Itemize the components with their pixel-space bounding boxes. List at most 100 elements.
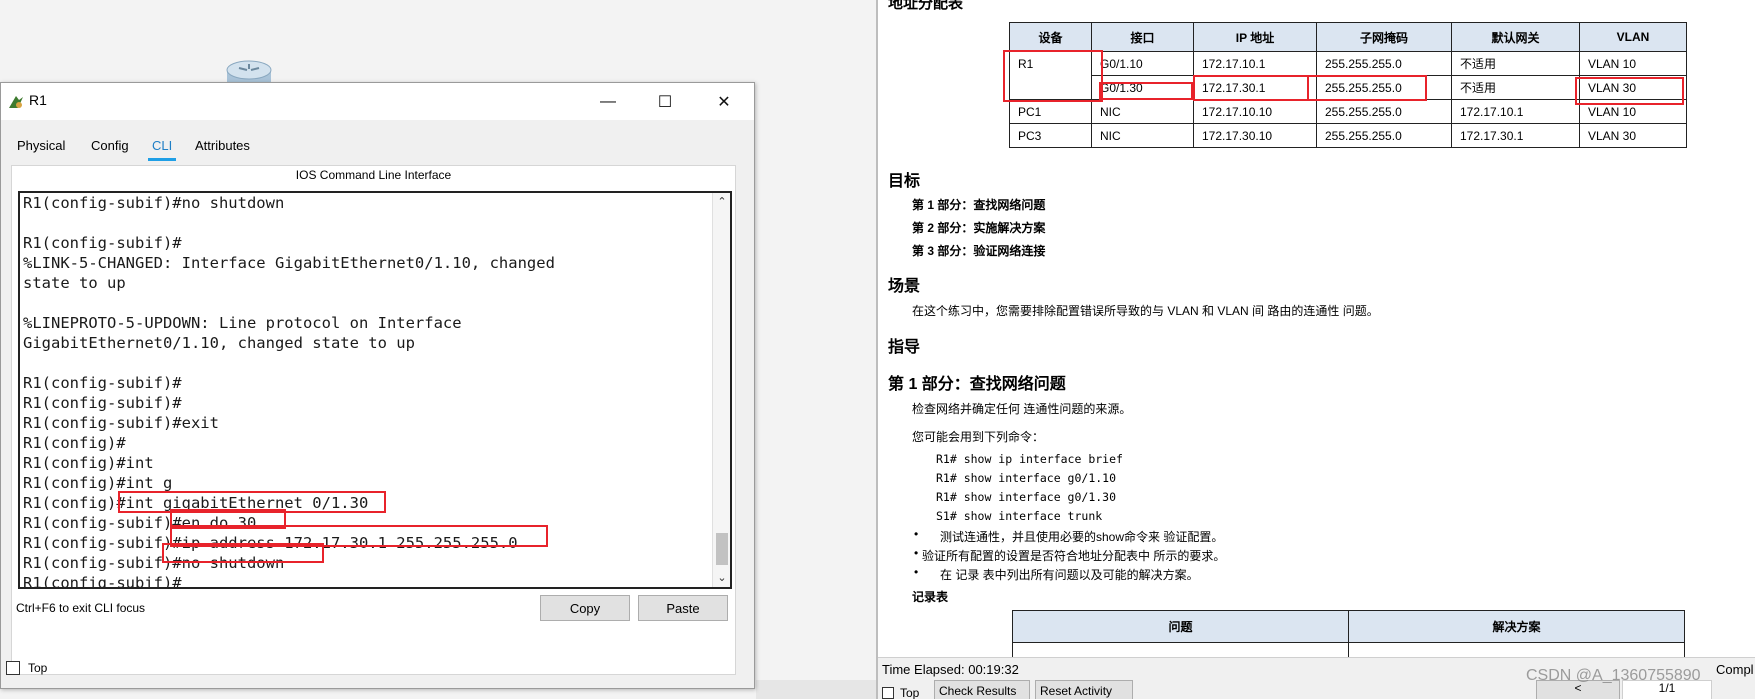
top-checkbox[interactable]: [6, 661, 20, 675]
top-checkbox-row[interactable]: Top: [6, 661, 47, 675]
cli-scrollbar[interactable]: ⌃ ⌄: [712, 193, 730, 587]
column-header: 默认网关: [1451, 22, 1580, 52]
bullet-dot: •: [914, 527, 919, 541]
top-label: Top: [28, 661, 48, 675]
cli-terminal[interactable]: R1(config-subif)#no shutdown R1(config-s…: [18, 191, 732, 589]
paste-button[interactable]: Paste: [638, 595, 728, 621]
table-cell: VLAN 30: [1579, 75, 1687, 100]
cli-line: R1(config-subif)#: [23, 574, 182, 589]
table-cell: 255.255.255.0: [1316, 75, 1452, 100]
minimize-button[interactable]: —: [585, 83, 631, 120]
cli-line: [23, 353, 713, 373]
check-results-button[interactable]: Check Results: [934, 680, 1030, 699]
cli-line: R1(config-subif)#en do 30: [23, 514, 257, 532]
record-table-header: 问题 解决方案: [1012, 610, 1685, 643]
tab-config[interactable]: Config: [87, 131, 133, 161]
table-cell: PC1: [1009, 99, 1092, 124]
table-cell: VLAN 30: [1579, 123, 1687, 148]
part1-text: 检查网络并确定任何 连通性问题的来源。: [912, 402, 1132, 416]
r1-device-window: R1 — ☐ ✕ Physical Config CLI Attributes …: [0, 82, 755, 689]
scroll-up-icon[interactable]: ⌃: [713, 193, 730, 211]
tab-physical[interactable]: Physical: [13, 131, 69, 161]
table-cell: 172.17.10.10: [1193, 99, 1317, 124]
scroll-down-icon[interactable]: ⌄: [713, 569, 730, 587]
cli-focus-hint: Ctrl+F6 to exit CLI focus: [16, 601, 146, 615]
goal-item: 第 3 部分：验证网络连接: [912, 244, 1046, 258]
close-button[interactable]: ✕: [701, 83, 747, 120]
cli-line: %LINEPROTO-5-UPDOWN: Line protocol on In…: [23, 314, 462, 332]
window-titlebar[interactable]: R1 — ☐ ✕: [1, 83, 754, 120]
table-cell: G0/1.30: [1091, 75, 1194, 100]
table-cell: R1: [1009, 51, 1092, 100]
table-row: PC3 NIC 172.17.30.10 255.255.255.0 172.1…: [1009, 123, 1687, 148]
top-label: Top: [900, 686, 920, 699]
goal-item: 第 2 部分：实施解决方案: [912, 221, 1046, 235]
table-cell: 172.17.30.1: [1193, 75, 1317, 100]
table-cell: 172.17.30.10: [1193, 123, 1317, 148]
column-header: 接口: [1091, 22, 1194, 52]
bullet-dot: •: [914, 565, 919, 579]
cli-line: R1(config-subif)#exit: [23, 414, 219, 432]
scenario-text: 在这个练习中，您需要排除配置错误所导致的与 VLAN 和 VLAN 间 路由的连…: [912, 304, 1379, 318]
cli-line: R1(config)#int: [23, 454, 154, 472]
scroll-thumb[interactable]: [716, 533, 728, 565]
maximize-icon: ☐: [657, 93, 673, 111]
column-header: VLAN: [1579, 22, 1687, 52]
cli-line: [23, 293, 713, 313]
close-icon: ✕: [717, 93, 731, 111]
table-cell: 不适用: [1451, 75, 1580, 100]
table-cell: 172.17.10.1: [1193, 51, 1317, 76]
bullet-dot: •: [914, 546, 919, 560]
minimize-icon: —: [600, 92, 616, 110]
cli-line: state to up: [23, 274, 126, 292]
table-row: PC1 NIC 172.17.10.10 255.255.255.0 172.1…: [1009, 99, 1687, 124]
copy-button[interactable]: Copy: [540, 595, 630, 621]
address-table-title: 地址分配表: [888, 0, 964, 12]
command-line: R1# show ip interface brief: [936, 452, 1123, 466]
watermark-text: CSDN @A_1360755890: [1526, 667, 1701, 684]
goal-item: 第 1 部分：查找网络问题: [912, 198, 1046, 212]
bullet-item: 测试连通性，并且使用必要的show命令来 验证配置。: [940, 530, 1224, 544]
table-cell: G0/1.10: [1091, 51, 1194, 76]
cli-line: R1(config)#int g: [23, 474, 173, 492]
table-cell: 255.255.255.0: [1316, 51, 1452, 76]
cli-line: R1(config-subif)#no shutdown: [23, 554, 285, 572]
cli-line: R1(config)#int gigabitEthernet 0/1.30: [23, 494, 369, 512]
instructions-pane: 地址分配表 设备 接口 IP 地址 子网掩码 默认网关 VLAN R1 G0/1…: [878, 0, 1755, 699]
cli-line: %LINK-5-CHANGED: Interface GigabitEthern…: [23, 254, 555, 272]
table-cell: 172.17.10.1: [1451, 99, 1580, 124]
tab-attributes[interactable]: Attributes: [191, 131, 254, 161]
workspace-strip: [756, 680, 878, 699]
record-table-title: 记录表: [912, 590, 949, 604]
cli-line: R1(config-subif)#: [23, 374, 182, 392]
table-row: R1 G0/1.10 172.17.10.1 255.255.255.0 不适用…: [1009, 51, 1687, 100]
command-line: R1# show interface g0/1.10: [936, 471, 1117, 485]
cli-line: R1(config)#: [23, 434, 126, 452]
bullet-item: 在 记录 表中列出所有问题以及可能的解决方案。: [940, 568, 1199, 582]
table-cell: NIC: [1091, 99, 1194, 124]
maximize-button[interactable]: ☐: [642, 83, 688, 120]
tab-cli[interactable]: CLI: [148, 131, 177, 161]
command-line: R1# show interface g0/1.30: [936, 490, 1117, 504]
completion-label: Compl: [1716, 662, 1754, 677]
address-table: 设备 接口 IP 地址 子网掩码 默认网关 VLAN R1 G0/1.10 17…: [1009, 22, 1687, 148]
cli-line: GigabitEthernet0/1.10, changed state to …: [23, 334, 415, 352]
table-cell: NIC: [1091, 123, 1194, 148]
table-cell: 不适用: [1451, 51, 1580, 76]
table-cell: 255.255.255.0: [1316, 123, 1452, 148]
goal-title: 目标: [888, 173, 921, 190]
top-checkbox-row[interactable]: Top: [882, 686, 919, 699]
reset-activity-button[interactable]: Reset Activity: [1035, 680, 1133, 699]
cli-line: R1(config-subif)#no shutdown: [23, 194, 285, 212]
part1-title: 第 1 部分：查找网络问题: [888, 376, 1066, 393]
workspace-canvas[interactable]: R1 — ☐ ✕ Physical Config CLI Attributes …: [0, 0, 878, 699]
column-header: IP 地址: [1193, 22, 1317, 52]
scenario-title: 场景: [888, 278, 921, 295]
cli-output[interactable]: R1(config-subif)#no shutdown R1(config-s…: [23, 193, 713, 589]
packet-tracer-icon: [9, 96, 23, 108]
top-checkbox[interactable]: [882, 687, 894, 699]
command-line: S1# show interface trunk: [936, 509, 1103, 523]
table-cell: VLAN 10: [1579, 99, 1687, 124]
commands-intro: 您可能会用到下列命令：: [912, 430, 1045, 444]
time-elapsed: Time Elapsed: 00:19:32: [882, 662, 1019, 677]
